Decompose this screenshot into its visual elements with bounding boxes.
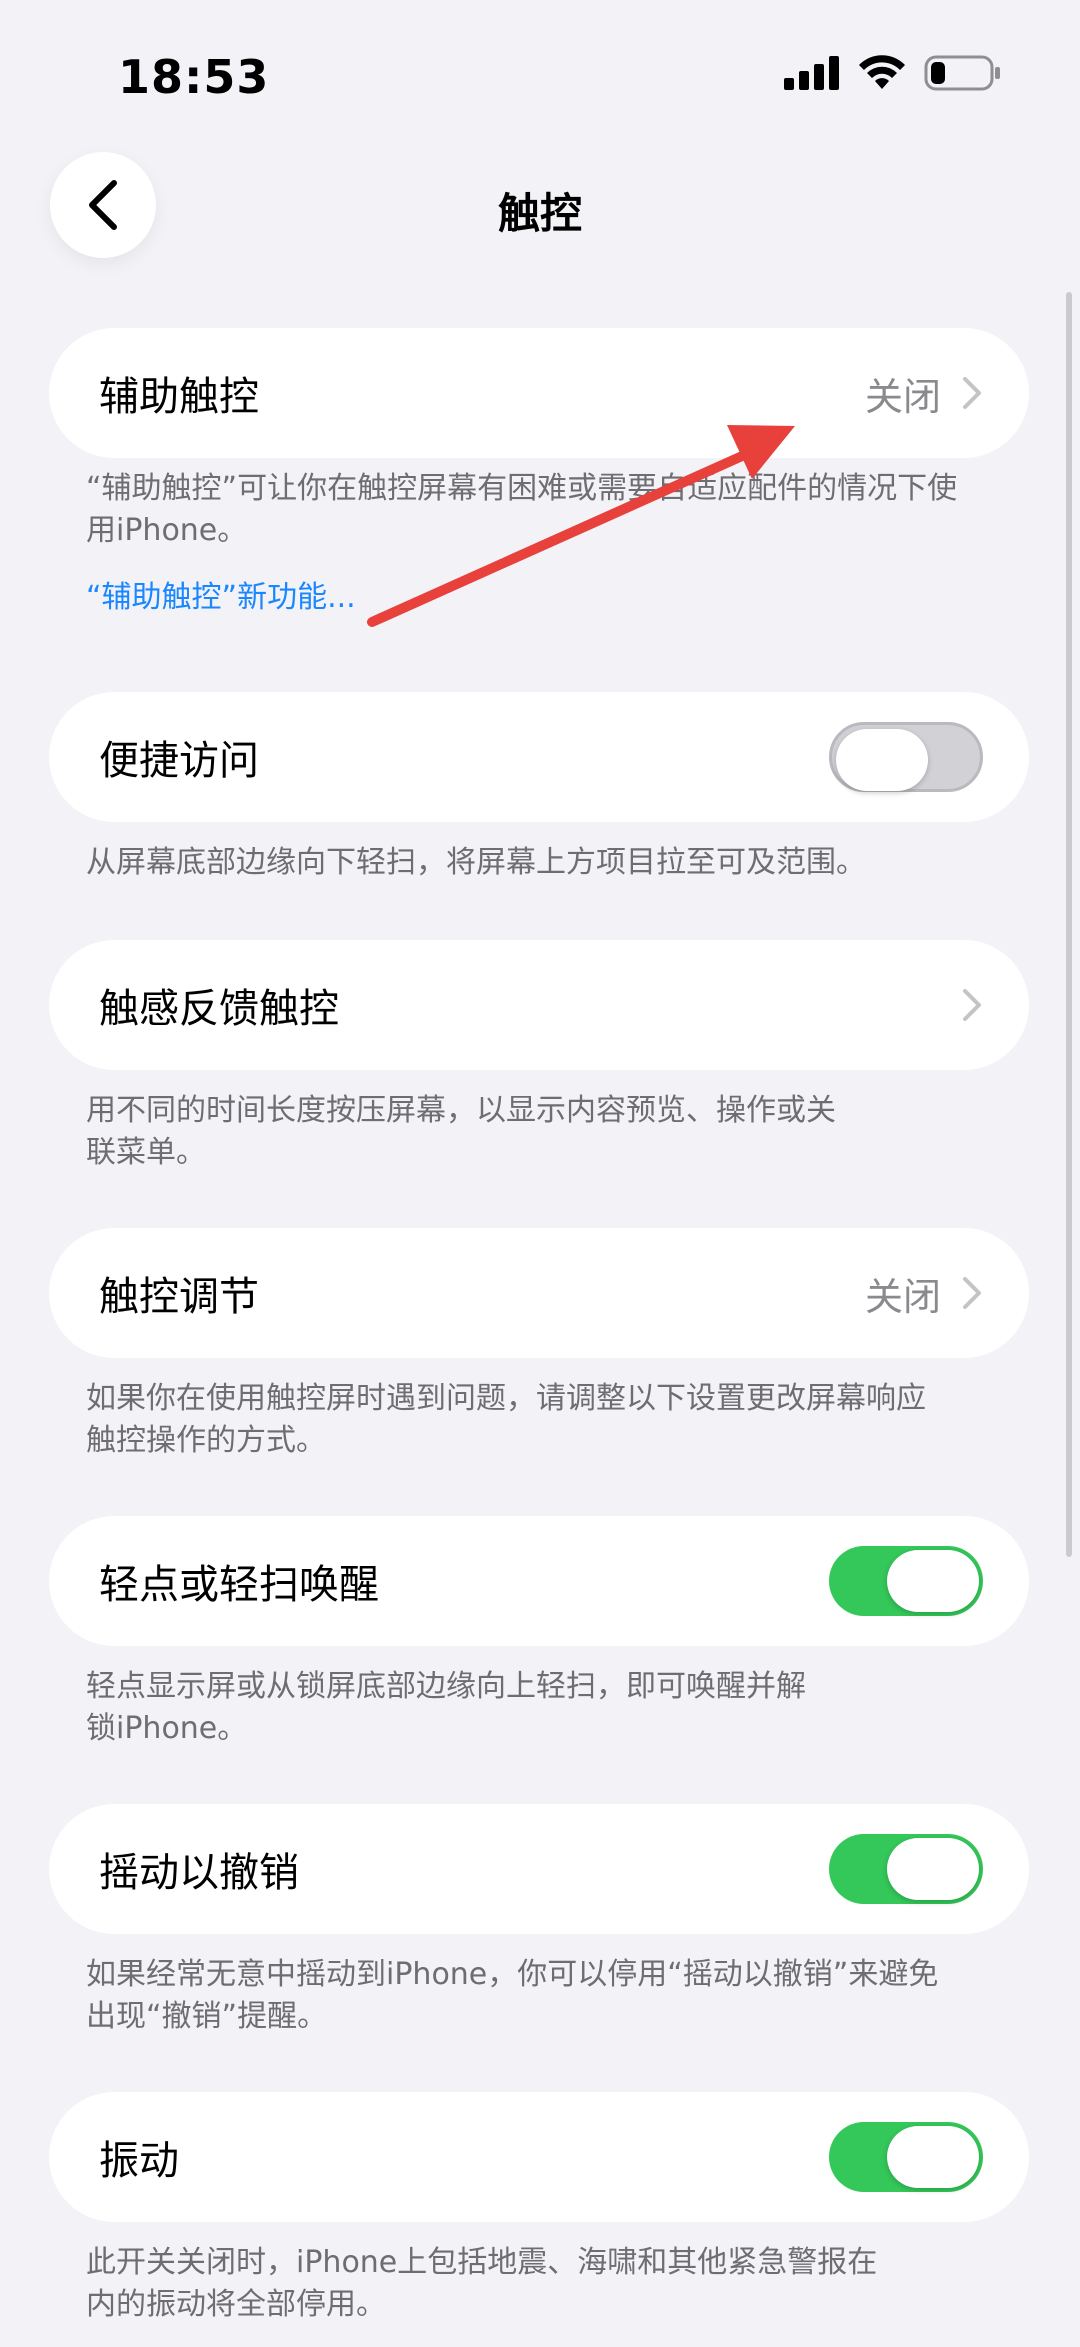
reachability-cell: 便捷访问 xyxy=(49,692,1029,822)
chevron-right-icon xyxy=(963,1277,981,1309)
status-icons xyxy=(784,55,1002,91)
status-time: 18:53 xyxy=(118,50,270,104)
toggle-knob xyxy=(887,1550,979,1612)
status-bar: 18:53 xyxy=(0,0,1080,150)
reachability-footer: 从屏幕底部边缘向下轻扫，将屏幕上方项目拉至可及范围。 xyxy=(86,845,866,880)
shake-to-undo-toggle[interactable] xyxy=(829,1834,983,1904)
touch-accommodations-cell[interactable]: 触控调节 关闭 xyxy=(49,1228,1029,1358)
vibration-cell: 振动 xyxy=(49,2092,1029,2222)
tap-to-wake-toggle[interactable] xyxy=(829,1546,983,1616)
navigation-bar: 触控 xyxy=(0,150,1080,270)
reachability-toggle[interactable] xyxy=(829,722,983,792)
reachability-label: 便捷访问 xyxy=(99,738,259,784)
tap-to-wake-footer: 轻点显示屏或从锁屏底部边缘向上轻扫，即可唤醒并解锁iPhone。 xyxy=(86,1669,806,1746)
chevron-right-icon xyxy=(963,989,981,1021)
assistive-touch-value: 关闭 xyxy=(864,374,941,419)
assistive-touch-new-features-link[interactable]: “辅助触控”新功能... xyxy=(86,572,356,616)
shake-to-undo-footer: 如果经常无意中摇动到iPhone，你可以停用“摇动以撤销”来避免出现“撤销”提醒… xyxy=(86,1957,939,2034)
vibration-label: 振动 xyxy=(99,2138,179,2184)
shake-to-undo-cell: 摇动以撤销 xyxy=(49,1804,1029,1934)
cellular-signal-icon xyxy=(784,56,839,90)
haptic-touch-label: 触感反馈触控 xyxy=(99,986,339,1032)
tap-to-wake-cell: 轻点或轻扫唤醒 xyxy=(49,1516,1029,1646)
assistive-touch-footer: “辅助触控”可让你在触控屏幕有困难或需要自适应配件的情况下使用iPhone。 xyxy=(86,471,958,548)
toggle-knob xyxy=(887,1838,979,1900)
vibration-footer: 此开关关闭时，iPhone上包括地震、海啸和其他紧急警报在内的振动将全部停用。 xyxy=(86,2245,878,2322)
haptic-touch-cell[interactable]: 触感反馈触控 xyxy=(49,940,1029,1070)
haptic-touch-footer: 用不同的时间长度按压屏幕，以显示内容预览、操作或关联菜单。 xyxy=(86,1093,836,1170)
page-title: 触控 xyxy=(497,189,582,238)
shake-to-undo-label: 摇动以撤销 xyxy=(99,1850,299,1896)
assistive-touch-cell[interactable]: 辅助触控 关闭 xyxy=(49,328,1029,458)
scrollbar[interactable] xyxy=(1066,292,1072,1557)
toggle-knob xyxy=(836,729,928,791)
touch-accommodations-footer: 如果你在使用触控屏时遇到问题，请调整以下设置更改屏幕响应触控操作的方式。 xyxy=(86,1381,926,1458)
toggle-knob xyxy=(887,2126,979,2188)
chevron-right-icon xyxy=(963,377,981,409)
touch-accommodations-value: 关闭 xyxy=(864,1274,941,1319)
touch-accommodations-label: 触控调节 xyxy=(99,1274,259,1320)
vibration-toggle[interactable] xyxy=(829,2122,983,2192)
battery-icon xyxy=(924,55,1000,91)
assistive-touch-label: 辅助触控 xyxy=(99,374,259,420)
tap-to-wake-label: 轻点或轻扫唤醒 xyxy=(99,1562,379,1608)
wifi-icon xyxy=(859,55,905,89)
